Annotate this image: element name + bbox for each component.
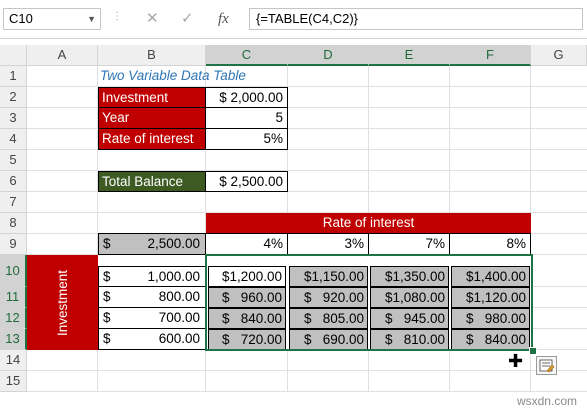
rate-cell[interactable]: 3% [287, 233, 369, 255]
column-header-a[interactable]: A [27, 45, 98, 66]
total-balance-value[interactable]: $ 2,500.00 [205, 171, 288, 192]
currency-symbol: $ [103, 269, 111, 284]
result-cell[interactable]: $1,400.00 [451, 266, 530, 287]
result-cell[interactable]: $ 840.00 [451, 329, 530, 350]
result-cell[interactable]: $1,200.00 [208, 266, 286, 287]
name-box[interactable]: C10 ▼ [3, 8, 101, 30]
investment-amount-cell[interactable]: $ 600.00 [98, 328, 206, 350]
column-header-d[interactable]: D [288, 45, 369, 66]
currency-symbol: $ [103, 310, 111, 325]
formula-bar-grip-icon[interactable]: ⋮ [112, 11, 123, 22]
result-cell[interactable]: $ 920.00 [289, 287, 368, 308]
row-header-3[interactable]: 3 [0, 108, 27, 129]
table-corner-cell[interactable]: $ 2,500.00 [98, 233, 206, 255]
rate-of-interest-header[interactable]: Rate of interest [206, 213, 531, 234]
column-header-g[interactable]: G [531, 45, 587, 66]
row-header-11[interactable]: 11 [0, 287, 27, 308]
column-header-e[interactable]: E [369, 45, 450, 66]
investment-amount: 1,000.00 [147, 269, 200, 284]
chevron-down-icon[interactable]: ▼ [87, 9, 96, 29]
formula-bar: C10 ▼ ⋮ ✕ ✓ fx {=TABLE(C4,C2)} [0, 0, 587, 39]
result-cell[interactable]: $ 810.00 [370, 329, 449, 350]
row-header-5[interactable]: 5 [0, 150, 27, 171]
result-cell[interactable]: $1,150.00 [289, 266, 368, 287]
gridline [27, 391, 587, 392]
investment-amount-cell[interactable]: $ 1,000.00 [98, 266, 206, 287]
input-label-investment[interactable]: Investment [98, 87, 206, 108]
row-header-14[interactable]: 14 [0, 350, 27, 371]
result-cell[interactable]: $ 690.00 [289, 329, 368, 350]
result-cell[interactable]: $ 805.00 [289, 308, 368, 329]
column-header-f[interactable]: F [450, 45, 531, 66]
row-header-6[interactable]: 6 [0, 171, 27, 192]
formula-input[interactable]: {=TABLE(C4,C2)} [249, 8, 583, 30]
column-header-b[interactable]: B [98, 45, 206, 66]
quick-analysis-icon[interactable] [536, 356, 557, 375]
investment-amount: 700.00 [158, 310, 200, 325]
result-cell[interactable]: $ 840.00 [208, 308, 286, 329]
cancel-icon[interactable]: ✕ [146, 8, 159, 30]
row-header-7[interactable]: 7 [0, 192, 27, 213]
investment-amount: 800.00 [158, 289, 200, 304]
input-value-rate[interactable]: 5% [205, 128, 288, 150]
investment-amount: 600.00 [158, 331, 200, 346]
result-cell[interactable]: $1,120.00 [451, 287, 530, 308]
currency-symbol: $ [103, 236, 111, 251]
enter-icon[interactable]: ✓ [181, 8, 194, 30]
result-cell[interactable]: $ 980.00 [451, 308, 530, 329]
row-header-8[interactable]: 8 [0, 213, 27, 234]
fx-icon[interactable]: fx [218, 8, 229, 30]
cell-cursor-icon: ✚ [508, 351, 524, 371]
result-cell[interactable]: $1,080.00 [370, 287, 449, 308]
sheet-title[interactable]: Two Variable Data Table [100, 66, 300, 87]
fill-handle[interactable] [529, 347, 537, 355]
column-header-c[interactable]: C [206, 45, 288, 66]
input-label-year[interactable]: Year [98, 107, 206, 129]
input-value-investment[interactable]: $ 2,000.00 [205, 87, 288, 108]
row-header-9[interactable]: 9 [0, 234, 27, 255]
row-header-15[interactable]: 15 [0, 371, 27, 392]
rate-cell[interactable]: 4% [205, 233, 288, 255]
select-all-corner[interactable] [0, 45, 27, 66]
table-corner-value: 2,500.00 [147, 236, 200, 251]
investment-amount-cell[interactable]: $ 700.00 [98, 307, 206, 329]
watermark: wsxdn.com [516, 394, 577, 408]
gridline [27, 370, 587, 371]
currency-symbol: $ [103, 289, 111, 304]
row-header-12[interactable]: 12 [0, 308, 27, 329]
result-cell[interactable]: $1,350.00 [370, 266, 449, 287]
currency-symbol: $ [103, 331, 111, 346]
investment-side-label: Investment [54, 269, 70, 336]
total-balance-label[interactable]: Total Balance [98, 171, 206, 192]
row-header-4[interactable]: 4 [0, 129, 27, 150]
row-header-1[interactable]: 1 [0, 66, 27, 87]
row-header-2[interactable]: 2 [0, 87, 27, 108]
result-cell[interactable]: $ 945.00 [370, 308, 449, 329]
row-header-10[interactable]: 10 [0, 255, 27, 287]
input-value-year[interactable]: 5 [205, 107, 288, 129]
input-label-rate[interactable]: Rate of interest [98, 128, 206, 150]
investment-side-label-cell[interactable]: Investment [27, 255, 98, 350]
rate-cell[interactable]: 8% [449, 233, 531, 255]
investment-amount-cell[interactable]: $ 800.00 [98, 286, 206, 308]
name-box-value: C10 [9, 11, 33, 26]
row-header-13[interactable]: 13 [0, 329, 27, 350]
result-cell[interactable]: $ 720.00 [208, 329, 286, 350]
result-cell[interactable]: $ 960.00 [208, 287, 286, 308]
rate-cell[interactable]: 7% [368, 233, 450, 255]
